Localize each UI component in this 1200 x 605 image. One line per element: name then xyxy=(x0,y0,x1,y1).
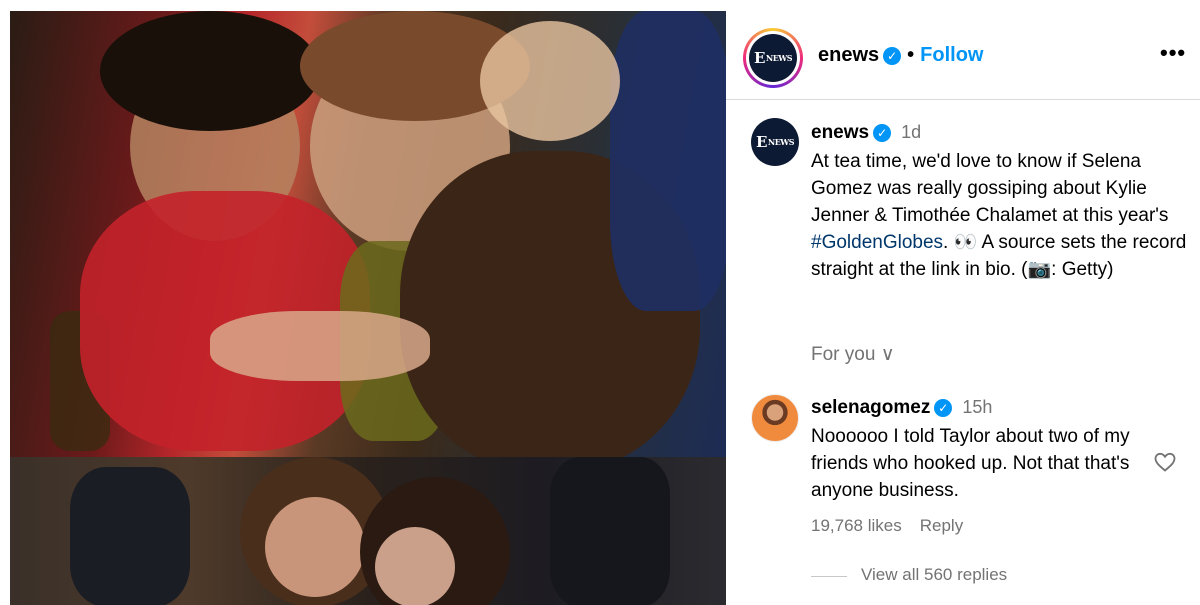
hashtag-link[interactable]: #GoldenGlobes xyxy=(811,232,943,253)
for-you-dropdown[interactable]: For you ∨ xyxy=(811,343,895,366)
header-username-row: enews ✓ • Follow xyxy=(818,44,984,67)
comment-time[interactable]: 15h xyxy=(962,397,992,417)
post-photo-bottom xyxy=(10,457,726,605)
comment-text: Noooooo I told Taylor about two of my fr… xyxy=(811,426,1130,501)
caption-username[interactable]: enews xyxy=(811,122,869,143)
for-you-label: For you xyxy=(811,344,876,365)
view-replies-button[interactable]: View all 560 replies xyxy=(861,565,1007,585)
chevron-down-icon: ∨ xyxy=(880,344,895,365)
header-avatar[interactable]: E NEWS xyxy=(743,28,803,88)
header-username[interactable]: enews xyxy=(818,44,879,66)
verified-icon: ✓ xyxy=(883,46,902,65)
heart-icon[interactable] xyxy=(1153,450,1177,474)
comment-username-row: selenagomez ✓ 15h xyxy=(811,397,992,419)
comment-avatar[interactable] xyxy=(751,394,799,442)
comment-meta: 19,768 likes Reply xyxy=(811,516,981,536)
caption-text: At tea time, we'd love to know if Selena… xyxy=(811,151,1187,280)
post-media[interactable] xyxy=(10,11,726,605)
more-options-icon[interactable]: ••• xyxy=(1160,40,1186,66)
post-photo-top xyxy=(10,11,726,457)
caption-avatar[interactable]: E NEWS xyxy=(751,118,799,166)
separator-dot: • xyxy=(907,44,915,66)
verified-icon: ✓ xyxy=(934,398,953,417)
follow-button[interactable]: Follow xyxy=(920,44,983,66)
enews-logo-icon: E NEWS xyxy=(751,118,799,166)
comment-username[interactable]: selenagomez xyxy=(811,397,930,418)
caption-username-row: enews ✓ 1d xyxy=(811,122,921,144)
comment-likes[interactable]: 19,768 likes xyxy=(811,516,902,535)
caption-time[interactable]: 1d xyxy=(901,122,921,142)
replies-divider xyxy=(811,576,847,577)
reply-button[interactable]: Reply xyxy=(920,516,963,535)
enews-logo-icon: E NEWS xyxy=(749,34,797,82)
verified-icon: ✓ xyxy=(873,123,892,142)
